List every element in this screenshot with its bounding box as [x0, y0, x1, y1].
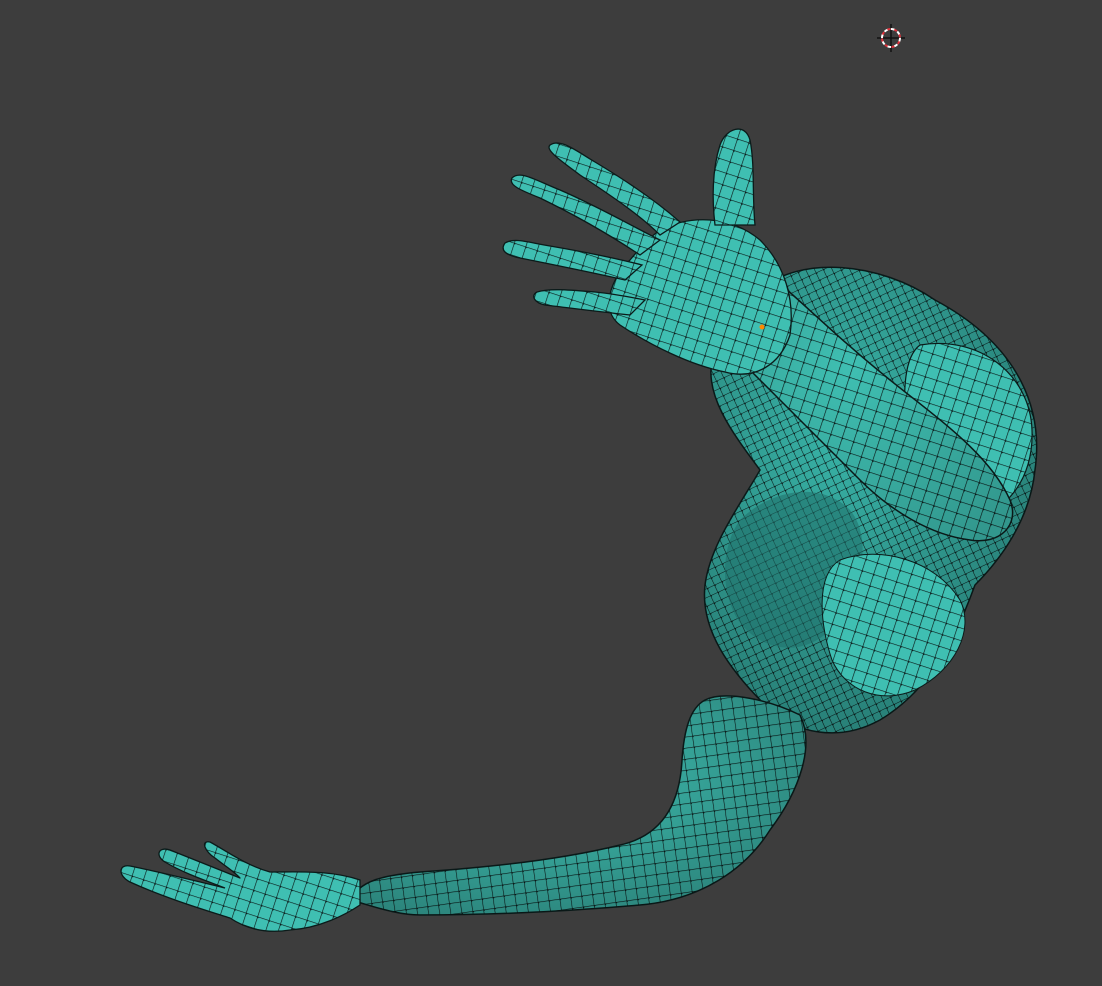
lower-hand-mesh: [120, 841, 361, 932]
mesh-object[interactable]: [0, 0, 1102, 986]
3d-viewport[interactable]: [0, 0, 1102, 986]
lower-arm-mesh: [348, 695, 807, 916]
active-vertex[interactable]: [759, 324, 765, 330]
raised-hand-mesh: [502, 128, 792, 375]
